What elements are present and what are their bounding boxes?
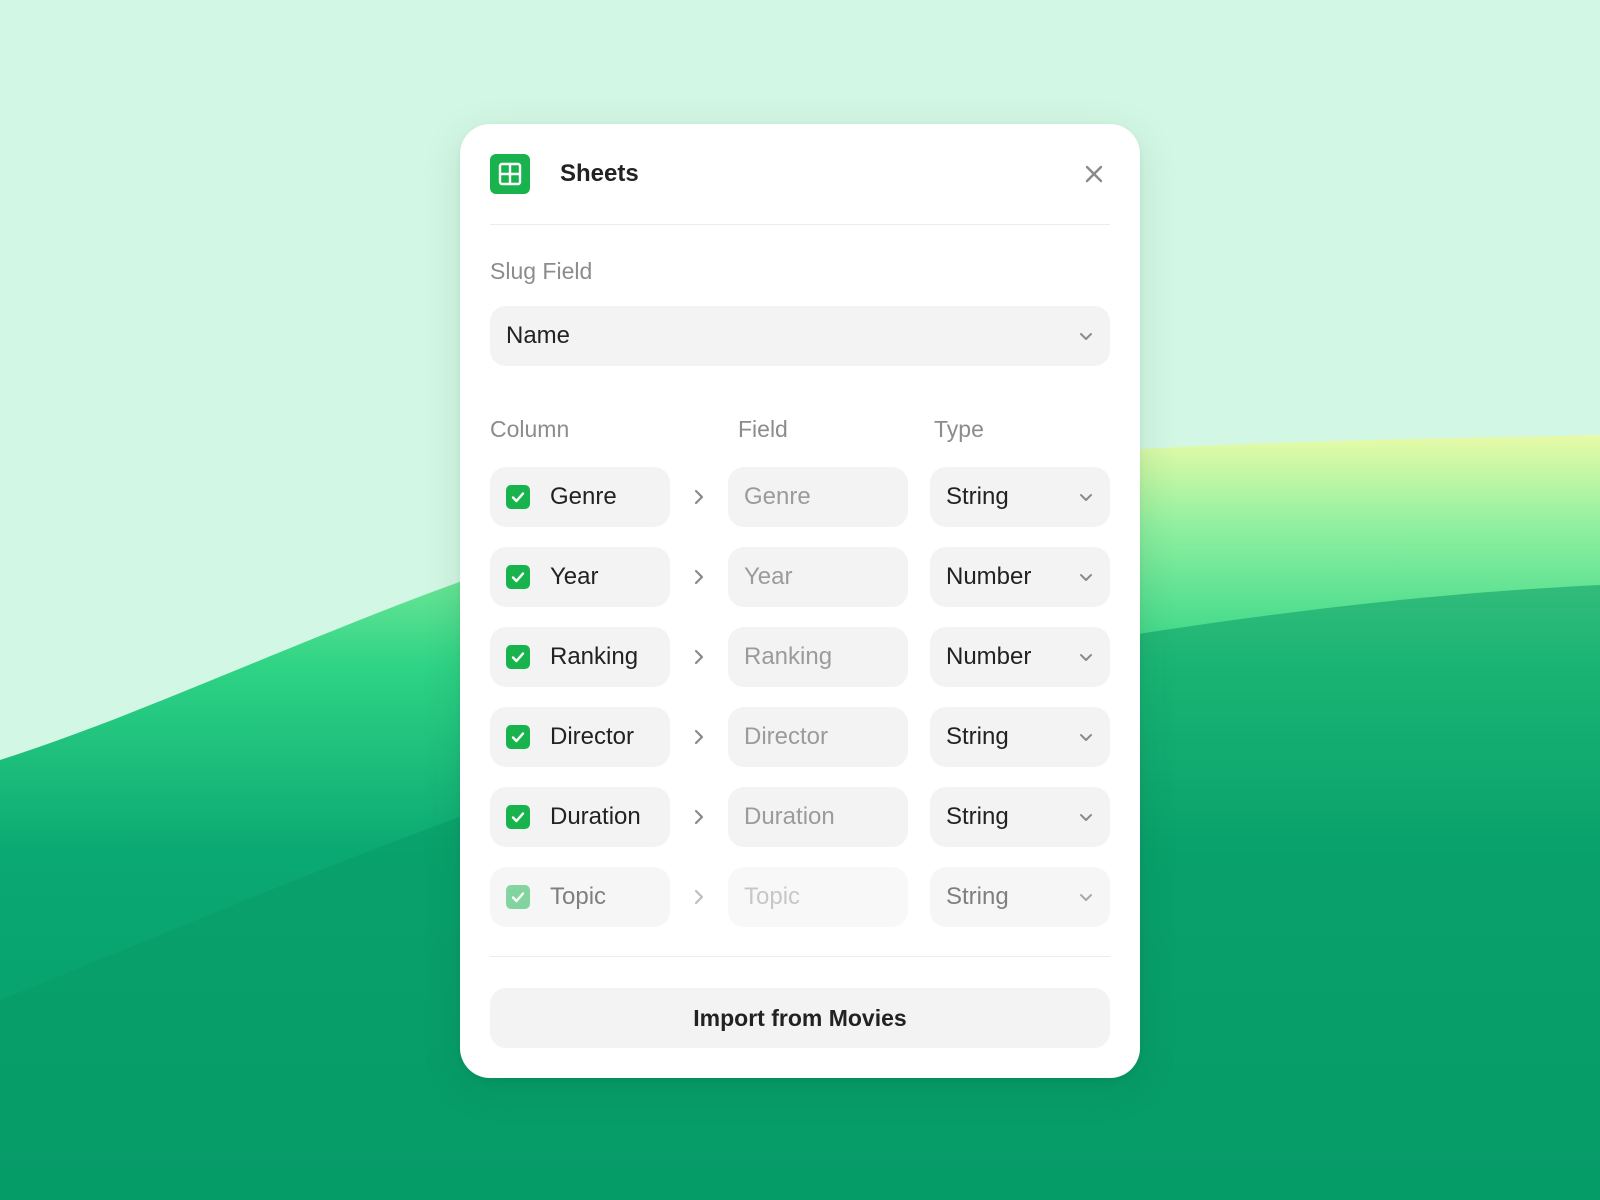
dialog-title: Sheets: [560, 160, 639, 187]
field-placeholder: Year: [744, 563, 793, 590]
field-placeholder: Duration: [744, 803, 835, 830]
type-value: String: [946, 483, 1009, 510]
chevron-right-icon: [694, 729, 704, 745]
slug-field-select[interactable]: Name: [490, 306, 1110, 366]
checkbox[interactable]: [506, 645, 530, 669]
check-icon: [511, 492, 525, 503]
field-placeholder: Genre: [744, 483, 811, 510]
close-icon: [1085, 165, 1103, 183]
grid-icon: [490, 154, 530, 194]
field-input[interactable]: Year: [728, 547, 908, 607]
field-placeholder: Director: [744, 723, 829, 750]
dialog-header: Sheets: [490, 154, 1110, 194]
import-button[interactable]: Import from Movies: [490, 988, 1110, 1048]
column-name: Ranking: [550, 643, 639, 670]
table-row: Topic Topic String: [490, 867, 1110, 927]
check-icon: [511, 732, 525, 743]
check-icon: [511, 572, 525, 583]
column-toggle[interactable]: Genre: [490, 467, 670, 527]
slug-field-label: Slug Field: [490, 258, 593, 284]
chevron-down-icon: [1080, 894, 1092, 901]
check-icon: [511, 892, 525, 903]
table-row: Director Director String: [490, 707, 1110, 767]
chevron-right-icon: [694, 889, 704, 905]
checkbox[interactable]: [506, 565, 530, 589]
chevron-right-icon: [694, 489, 704, 505]
type-value: Number: [946, 563, 1032, 590]
chevron-right-icon: [694, 649, 704, 665]
field-input[interactable]: Director: [728, 707, 908, 767]
column-toggle[interactable]: Director: [490, 707, 670, 767]
field-placeholder: Topic: [744, 883, 801, 910]
field-placeholder: Ranking: [744, 643, 833, 670]
column-toggle[interactable]: Duration: [490, 787, 670, 847]
column-toggle[interactable]: Ranking: [490, 627, 670, 687]
checkbox[interactable]: [506, 885, 530, 909]
table-row: Year Year Number: [490, 547, 1110, 607]
chevron-right-icon: [694, 809, 704, 825]
type-select[interactable]: String: [930, 867, 1110, 927]
type-value: String: [946, 723, 1009, 750]
column-name: Director: [550, 723, 635, 750]
column-header: Column: [490, 416, 570, 442]
type-select[interactable]: String: [930, 467, 1110, 527]
type-value: String: [946, 883, 1009, 910]
chevron-down-icon: [1080, 494, 1092, 501]
field-header: Field: [738, 416, 788, 442]
check-icon: [511, 652, 525, 663]
chevron-down-icon: [1080, 814, 1092, 821]
chevron-down-icon: [1080, 574, 1092, 581]
header-divider: [490, 224, 1110, 225]
type-select[interactable]: Number: [930, 627, 1110, 687]
chevron-down-icon: [1080, 333, 1092, 340]
column-name: Duration: [550, 803, 641, 830]
column-name: Topic: [550, 883, 607, 910]
slug-field-value: Name: [506, 322, 571, 349]
import-dialog: Sheets Slug Field Name Column Field Type…: [460, 124, 1140, 1078]
column-name: Genre: [550, 483, 617, 510]
footer-divider: [490, 956, 1110, 957]
type-value: Number: [946, 643, 1032, 670]
close-button[interactable]: [1078, 158, 1110, 190]
table-row: Genre Genre String: [490, 467, 1110, 527]
chevron-down-icon: [1080, 654, 1092, 661]
checkbox[interactable]: [506, 725, 530, 749]
chevron-down-icon: [1080, 734, 1092, 741]
field-input[interactable]: Topic: [728, 867, 908, 927]
field-input[interactable]: Duration: [728, 787, 908, 847]
column-toggle[interactable]: Year: [490, 547, 670, 607]
type-select[interactable]: String: [930, 787, 1110, 847]
check-icon: [511, 812, 525, 823]
column-name: Year: [550, 563, 599, 590]
type-header: Type: [934, 416, 984, 442]
type-select[interactable]: Number: [930, 547, 1110, 607]
field-input[interactable]: Genre: [728, 467, 908, 527]
type-value: String: [946, 803, 1009, 830]
field-input[interactable]: Ranking: [728, 627, 908, 687]
column-toggle[interactable]: Topic: [490, 867, 670, 927]
chevron-right-icon: [694, 569, 704, 585]
table-row: Ranking Ranking Number: [490, 627, 1110, 687]
checkbox[interactable]: [506, 485, 530, 509]
type-select[interactable]: String: [930, 707, 1110, 767]
checkbox[interactable]: [506, 805, 530, 829]
table-row: Duration Duration String: [490, 787, 1110, 847]
